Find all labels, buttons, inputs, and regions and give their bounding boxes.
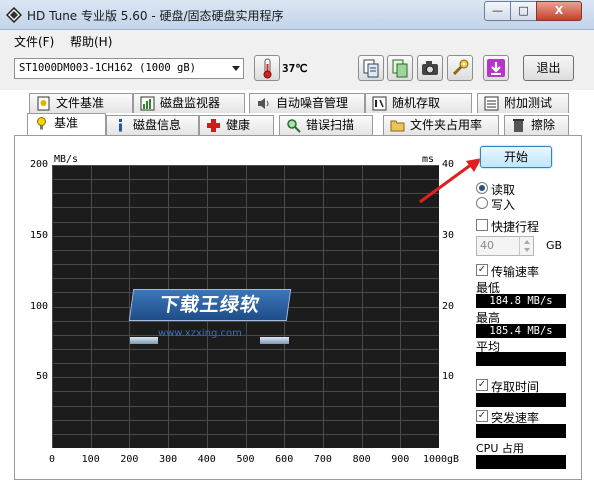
save-button[interactable] [483, 55, 509, 81]
download-icon [487, 59, 505, 77]
minimize-button[interactable]: — [484, 1, 511, 21]
disk-monitor-icon [140, 96, 155, 111]
extra-tests-icon [484, 96, 499, 111]
copy-button[interactable] [387, 55, 413, 81]
burst-rate-value [476, 424, 566, 438]
window-title: HD Tune 专业版 5.60 - 硬盘/固态硬盘实用程序 [27, 9, 284, 23]
short-stroke-label: 快捷行程 [491, 220, 540, 234]
y-left-tick-label: 100 [29, 300, 48, 312]
y-left-tick-label: 150 [29, 229, 48, 241]
transfer-rate-label: 传输速率 [491, 265, 540, 279]
y-right-tick-label: 30 [442, 229, 455, 241]
tab-health[interactable]: 健康 [199, 115, 274, 135]
x-tick-label: 200 [120, 454, 139, 465]
x-tick-label: 500 [236, 454, 255, 465]
random-access-icon [372, 96, 387, 111]
tools-icon [452, 59, 469, 76]
erase-icon [513, 119, 524, 132]
write-radio[interactable] [476, 197, 488, 209]
folder-icon [390, 120, 405, 132]
options-button[interactable] [447, 55, 473, 81]
x-tick-label: 800 [352, 454, 371, 465]
health-icon [207, 119, 220, 132]
watermark-url: www.xzxing.com [158, 328, 242, 339]
x-tick-label: 700 [313, 454, 332, 465]
screenshot-button[interactable] [417, 55, 443, 81]
thermometer-icon [263, 58, 272, 79]
temperature-button[interactable] [254, 55, 280, 81]
cpu-value [476, 455, 566, 469]
tab-random-access[interactable]: 随机存取 [365, 93, 472, 113]
short-stroke-unit: GB [546, 239, 563, 252]
app-logo-icon [6, 7, 22, 23]
tab-benchmark[interactable]: 基准 [27, 113, 106, 135]
drive-select-value: ST1000DM003-1CH162 (1000 gB) [19, 62, 197, 74]
tab-erase[interactable]: 擦除 [504, 115, 569, 135]
tab-disk-monitor[interactable]: 磁盘监视器 [133, 93, 245, 113]
min-value: 184.8 MB/s [476, 294, 566, 308]
x-tick-label: 600 [275, 454, 294, 465]
access-time-value [476, 393, 566, 407]
watermark-logo: 下载王绿软 [128, 289, 292, 321]
max-value: 185.4 MB/s [476, 324, 566, 338]
x-tick-label: 100 [81, 454, 100, 465]
tab-noise-management[interactable]: 自动噪音管理 [249, 93, 365, 113]
exit-button[interactable]: 退出 [523, 55, 574, 81]
x-tick-label: 900 [391, 454, 410, 465]
x-tick-label: 1000gB [422, 454, 460, 465]
burst-rate-checkbox[interactable]: ✓ [476, 410, 488, 422]
menu-bar: 文件(F) 帮助(H) [0, 30, 594, 50]
noise-icon [258, 98, 269, 109]
copy-icon [392, 59, 408, 78]
maximize-button[interactable]: □ [510, 1, 537, 21]
watermark-bar-right [260, 337, 289, 344]
menu-help[interactable]: 帮助(H) [70, 33, 112, 50]
short-stroke-checkbox[interactable] [476, 219, 488, 231]
tab-extra-tests[interactable]: 附加测试 [477, 93, 569, 113]
y-left-tick-label: 200 [29, 159, 48, 170]
copy-info-button[interactable] [358, 55, 384, 81]
read-radio[interactable] [476, 182, 488, 194]
title-bar: HD Tune 专业版 5.60 - 硬盘/固态硬盘实用程序 — □ X [0, 0, 594, 30]
drive-select[interactable]: ST1000DM003-1CH162 (1000 gB) [14, 58, 244, 79]
avg-value [476, 352, 566, 366]
chevron-down-icon [232, 66, 240, 71]
watermark-bar-left [130, 337, 158, 344]
tab-folder-usage[interactable]: 文件夹占用率 [383, 115, 499, 135]
tab-file-benchmark[interactable]: 文件基准 [29, 93, 133, 113]
short-stroke-input[interactable]: 40 [476, 236, 534, 256]
benchmark-icon [37, 117, 46, 130]
y-left-tick-label: 50 [35, 371, 48, 383]
write-label: 写入 [491, 198, 516, 212]
file-benchmark-icon [37, 96, 50, 111]
tab-disk-info[interactable]: 磁盘信息 [106, 115, 199, 135]
start-button[interactable]: 开始 [480, 146, 552, 168]
y-left-unit: MB/s [54, 154, 79, 165]
tab-error-scan[interactable]: 错误扫描 [279, 115, 373, 135]
access-time-checkbox[interactable]: ✓ [476, 379, 488, 391]
x-tick-label: 300 [159, 454, 178, 465]
transfer-rate-checkbox[interactable]: ✓ [476, 264, 488, 276]
error-scan-icon [287, 119, 301, 133]
camera-icon [422, 61, 438, 75]
temperature-readout: 37℃ [282, 62, 308, 75]
x-tick-label: 0 [48, 454, 56, 465]
copy-info-icon [363, 59, 379, 78]
y-right-tick-label: 20 [442, 300, 455, 312]
cpu-label: CPU 占用 [476, 442, 524, 455]
spin-arrows-icon[interactable] [519, 237, 533, 255]
menu-file[interactable]: 文件(F) [14, 33, 54, 50]
close-button[interactable]: X [536, 1, 582, 21]
short-stroke-value: 40 [480, 239, 494, 252]
info-icon [119, 119, 122, 132]
y-right-tick-label: 10 [442, 371, 455, 383]
x-tick-label: 400 [197, 454, 216, 465]
